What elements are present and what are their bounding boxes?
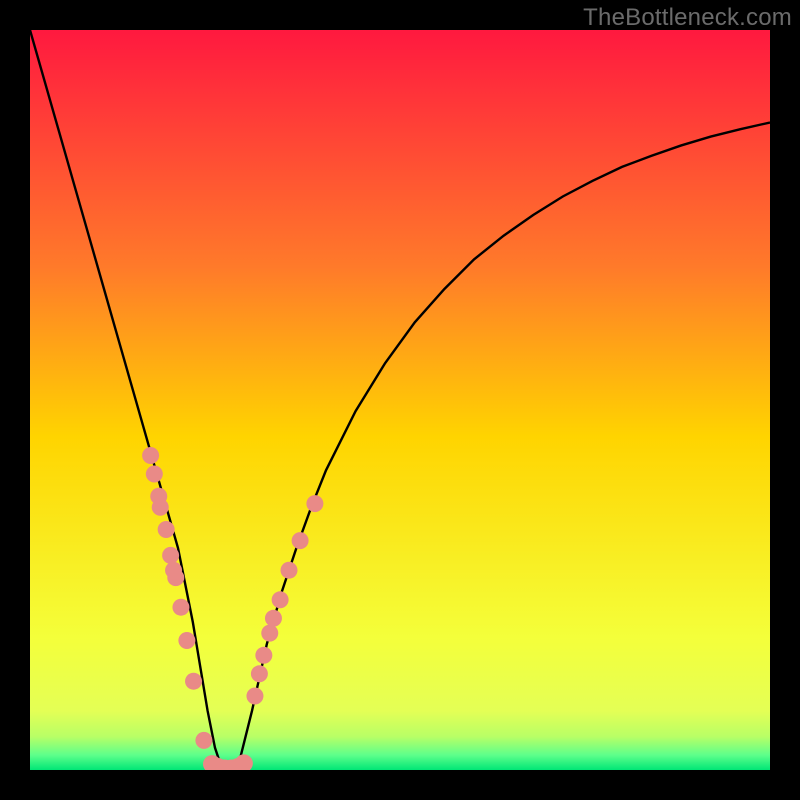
- data-marker: [172, 599, 189, 616]
- data-marker: [162, 547, 179, 564]
- data-marker: [265, 610, 282, 627]
- data-marker: [255, 647, 272, 664]
- data-marker: [185, 673, 202, 690]
- data-marker: [195, 732, 212, 749]
- data-marker: [146, 466, 163, 483]
- watermark-text: TheBottleneck.com: [583, 4, 792, 32]
- data-marker: [261, 625, 278, 642]
- data-marker: [152, 499, 169, 516]
- data-marker: [158, 521, 175, 538]
- data-marker: [178, 632, 195, 649]
- data-marker: [246, 688, 263, 705]
- data-marker: [142, 447, 159, 464]
- data-marker: [251, 665, 268, 682]
- chart-frame: TheBottleneck.com: [0, 0, 800, 800]
- data-marker: [272, 591, 289, 608]
- data-marker: [281, 562, 298, 579]
- plot-area: [30, 30, 770, 770]
- data-marker: [167, 569, 184, 586]
- data-marker: [292, 532, 309, 549]
- gradient-background: [30, 30, 770, 770]
- data-marker: [306, 495, 323, 512]
- chart-svg: [30, 30, 770, 770]
